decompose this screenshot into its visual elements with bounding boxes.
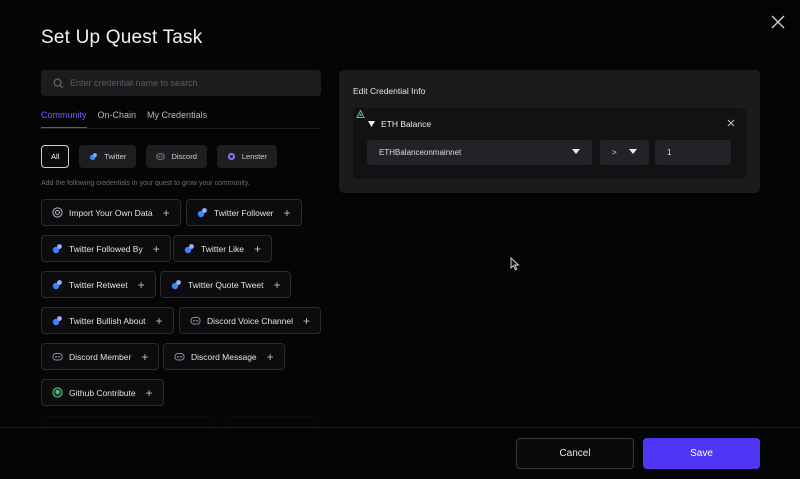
close-icon: [771, 15, 785, 29]
remove-credential-icon[interactable]: [726, 118, 736, 128]
twitter-icon: [52, 316, 62, 326]
discord-icon: [174, 353, 185, 361]
twitter-icon: [197, 208, 207, 218]
plus-icon: +: [162, 205, 170, 220]
credential-config: ETH Balance ETHBalanceonmainnet >: [353, 108, 746, 179]
filter-discord[interactable]: Discord: [146, 145, 207, 168]
credential-label: Import Your Own Data: [69, 207, 153, 218]
search-icon: [53, 78, 64, 88]
filter-all[interactable]: All: [41, 145, 70, 168]
credential-label: Discord Message: [191, 351, 257, 362]
credential-label: Twitter Retweet: [69, 279, 128, 290]
close-button[interactable]: [768, 12, 788, 32]
operator-select[interactable]: >: [600, 140, 649, 165]
twitter-icon: [171, 280, 181, 290]
network-select-value: ETHBalanceonmainnet: [379, 148, 462, 157]
plus-icon: +: [145, 385, 153, 400]
discord-icon: [52, 353, 63, 361]
network-select[interactable]: ETHBalanceonmainnet: [367, 140, 592, 165]
chevron-down-icon: [629, 149, 637, 154]
credential-twitter-retweet[interactable]: Twitter Retweet +: [41, 271, 156, 298]
collapse-caret-icon: [368, 121, 375, 127]
credential-label: Github Contribute: [69, 387, 136, 398]
modal-title: Set Up Quest Task: [41, 27, 203, 48]
discord-icon: [190, 317, 201, 325]
tab-on-chain[interactable]: On-Chain: [98, 110, 137, 129]
twitter-icon: [52, 244, 62, 254]
edit-credential-title: Edit Credential Info: [353, 86, 426, 96]
filter-chips: All Twitter Discord Lenster: [41, 145, 277, 168]
credential-name: ETH Balance: [381, 119, 432, 129]
search-input[interactable]: [70, 78, 310, 88]
operator-select-value: >: [612, 148, 617, 157]
plus-icon: +: [303, 313, 311, 328]
credential-twitter-quote-tweet[interactable]: Twitter Quote Tweet +: [160, 271, 292, 298]
twitter-icon: [90, 153, 98, 161]
credential-label: Twitter Followed By: [69, 243, 143, 254]
credential-discord-message[interactable]: Discord Message +: [163, 343, 285, 370]
plus-icon: +: [273, 277, 281, 292]
tab-community[interactable]: Community: [41, 110, 87, 129]
plus-icon: +: [141, 349, 149, 364]
plus-icon: +: [152, 241, 160, 256]
plus-icon: +: [283, 205, 291, 220]
mouse-cursor-icon: [510, 257, 520, 271]
plus-icon: +: [254, 241, 262, 256]
twitter-icon: [52, 280, 62, 290]
credential-label: Twitter Bullish About: [69, 315, 146, 326]
save-button[interactable]: Save: [643, 438, 760, 469]
plus-icon: +: [137, 277, 145, 292]
credential-twitter-follower[interactable]: Twitter Follower +: [186, 199, 302, 226]
amount-input[interactable]: [655, 140, 731, 165]
filter-twitter[interactable]: Twitter: [79, 145, 137, 168]
credential-discord-member[interactable]: Discord Member +: [41, 343, 160, 370]
lenster-icon: [227, 152, 235, 161]
filter-all-label: All: [51, 152, 60, 161]
filter-lenster[interactable]: Lenster: [216, 145, 277, 168]
credential-label: Twitter Like: [201, 243, 244, 254]
credential-label: Discord Member: [69, 351, 132, 362]
credential-label: Twitter Quote Tweet: [188, 279, 264, 290]
import-data-icon: [52, 207, 63, 218]
credential-twitter-followed-by[interactable]: Twitter Followed By +: [41, 235, 171, 262]
credential-header[interactable]: ETH Balance: [368, 119, 431, 129]
github-icon: [52, 387, 63, 398]
edit-credential-panel: Edit Credential Info ETH Balance ETHBala…: [339, 70, 760, 193]
credential-github-contribute[interactable]: Github Contribute +: [41, 379, 164, 406]
credential-twitter-bullish-about[interactable]: Twitter Bullish About +: [41, 307, 174, 334]
chain-icon: [356, 110, 365, 118]
credential-discord-voice-channel[interactable]: Discord Voice Channel +: [179, 307, 322, 334]
filter-discord-label: Discord: [171, 152, 197, 161]
plus-icon: +: [155, 313, 163, 328]
credential-import-your-own-data[interactable]: Import Your Own Data +: [41, 199, 181, 226]
filter-lenster-label: Lenster: [241, 152, 267, 161]
credential-label: Twitter Follower: [214, 207, 274, 218]
discord-icon: [156, 153, 165, 160]
twitter-icon: [184, 244, 194, 254]
chevron-down-icon: [572, 149, 580, 154]
cancel-button[interactable]: Cancel: [516, 438, 634, 469]
credential-tabs: Community On-Chain My Credentials: [41, 110, 207, 129]
credential-search[interactable]: [41, 70, 321, 96]
tab-my-credentials[interactable]: My Credentials: [147, 110, 207, 129]
credentials-hint: Add the following credentials in your qu…: [41, 180, 250, 187]
filter-twitter-label: Twitter: [104, 152, 127, 161]
tabs-divider: [41, 128, 321, 129]
credential-label: Discord Voice Channel: [207, 315, 293, 326]
plus-icon: +: [266, 349, 274, 364]
credential-twitter-like[interactable]: Twitter Like +: [173, 235, 273, 262]
